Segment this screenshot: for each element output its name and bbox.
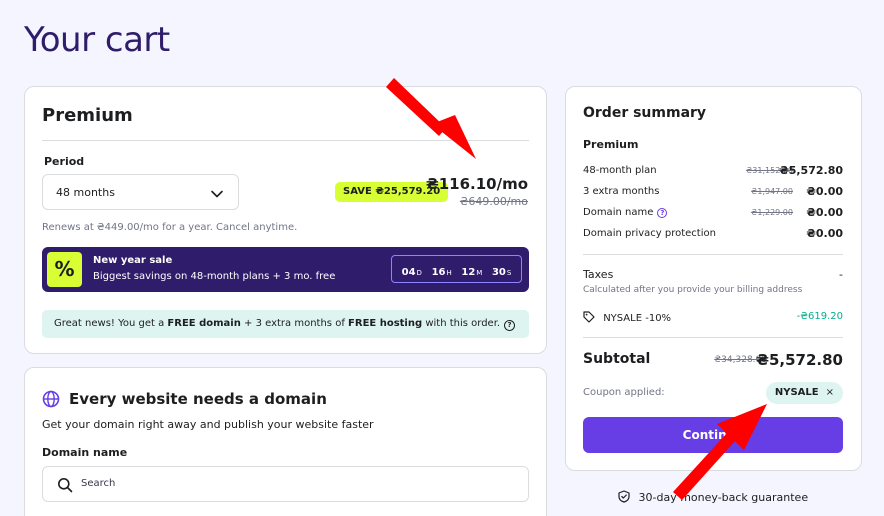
- order-summary-card: Order summary Premium 48-month plan ₴31,…: [565, 86, 862, 471]
- free-domain-info: Great news! You get a FREE domain + 3 ex…: [42, 310, 529, 338]
- domain-card: Every website needs a domain Get your do…: [24, 367, 547, 516]
- summary-line-plan: 48-month plan ₴31,152.00 ₴5,572.80: [583, 164, 843, 177]
- summary-divider-2: [583, 337, 843, 338]
- help-icon[interactable]: ?: [504, 320, 516, 331]
- coupon-chip: NYSALE ×: [765, 382, 843, 404]
- domain-search-input[interactable]: Search: [42, 466, 529, 502]
- domain-section-subtitle: Get your domain right away and publish y…: [42, 418, 374, 431]
- summary-line-extra-months: 3 extra months ₴1,947.00 ₴0.00: [583, 185, 843, 198]
- sale-banner: % New year sale Biggest savings on 48-mo…: [42, 247, 529, 292]
- domain-section-title: Every website needs a domain: [69, 390, 327, 408]
- summary-plan-name: Premium: [583, 138, 639, 151]
- percent-badge: %: [47, 252, 82, 287]
- chevron-down-icon: [210, 186, 224, 205]
- continue-button[interactable]: Continue: [583, 417, 843, 453]
- remove-coupon-icon[interactable]: ×: [826, 387, 834, 398]
- plan-old-price: ₴649.00/mo: [459, 195, 528, 208]
- timer-minutes: 12M: [461, 266, 483, 278]
- summary-line-privacy: Domain privacy protection ₴0.00: [583, 227, 843, 240]
- countdown-timer: 04D 16H 12M 30S: [391, 255, 522, 283]
- renew-text: Renews at ₴449.00/mo for a year. Cancel …: [42, 222, 298, 233]
- domain-name-label: Domain name: [42, 446, 128, 459]
- taxes-note: Calculated after you provide your billin…: [583, 285, 803, 295]
- period-label: Period: [44, 155, 85, 168]
- coupon-line: NYSALE -10%: [583, 311, 671, 324]
- sale-title: New year sale: [93, 255, 173, 266]
- summary-divider: [583, 254, 843, 255]
- coupon-discount: -₴619.20: [796, 311, 843, 322]
- money-back-guarantee: 30-day money-back guarantee: [618, 490, 808, 504]
- plan-divider: [42, 140, 529, 141]
- timer-hours: 16H: [431, 266, 452, 278]
- tag-icon: [583, 311, 603, 324]
- plan-card: Premium Period 48 months SAVE ₴25,579.20…: [24, 86, 547, 354]
- globe-icon: [42, 390, 60, 412]
- subtotal-label: Subtotal: [583, 351, 651, 367]
- timer-seconds: 30S: [491, 266, 512, 278]
- sale-subtitle: Biggest savings on 48-month plans + 3 mo…: [93, 271, 336, 282]
- page-title: Your cart: [24, 20, 170, 60]
- taxes-label: Taxes: [583, 268, 614, 281]
- shield-check-icon: [618, 490, 639, 504]
- order-summary-title: Order summary: [583, 105, 707, 121]
- period-select-value: 48 months: [56, 186, 115, 199]
- search-placeholder: Search: [81, 478, 116, 489]
- summary-line-domain: Domain name? ₴1,229.00 ₴0.00: [583, 206, 843, 219]
- help-icon[interactable]: ?: [657, 208, 668, 218]
- plan-price: ₴116.10/mo: [425, 175, 528, 193]
- search-icon: [57, 477, 73, 497]
- coupon-code: NYSALE: [774, 387, 819, 398]
- taxes-value: -: [839, 268, 843, 281]
- coupon-applied-label: Coupon applied:: [583, 387, 665, 398]
- subtotal-amount: ₴5,572.80: [756, 351, 843, 369]
- plan-title: Premium: [42, 105, 133, 126]
- timer-days: 04D: [401, 266, 422, 278]
- period-select[interactable]: 48 months: [42, 174, 239, 210]
